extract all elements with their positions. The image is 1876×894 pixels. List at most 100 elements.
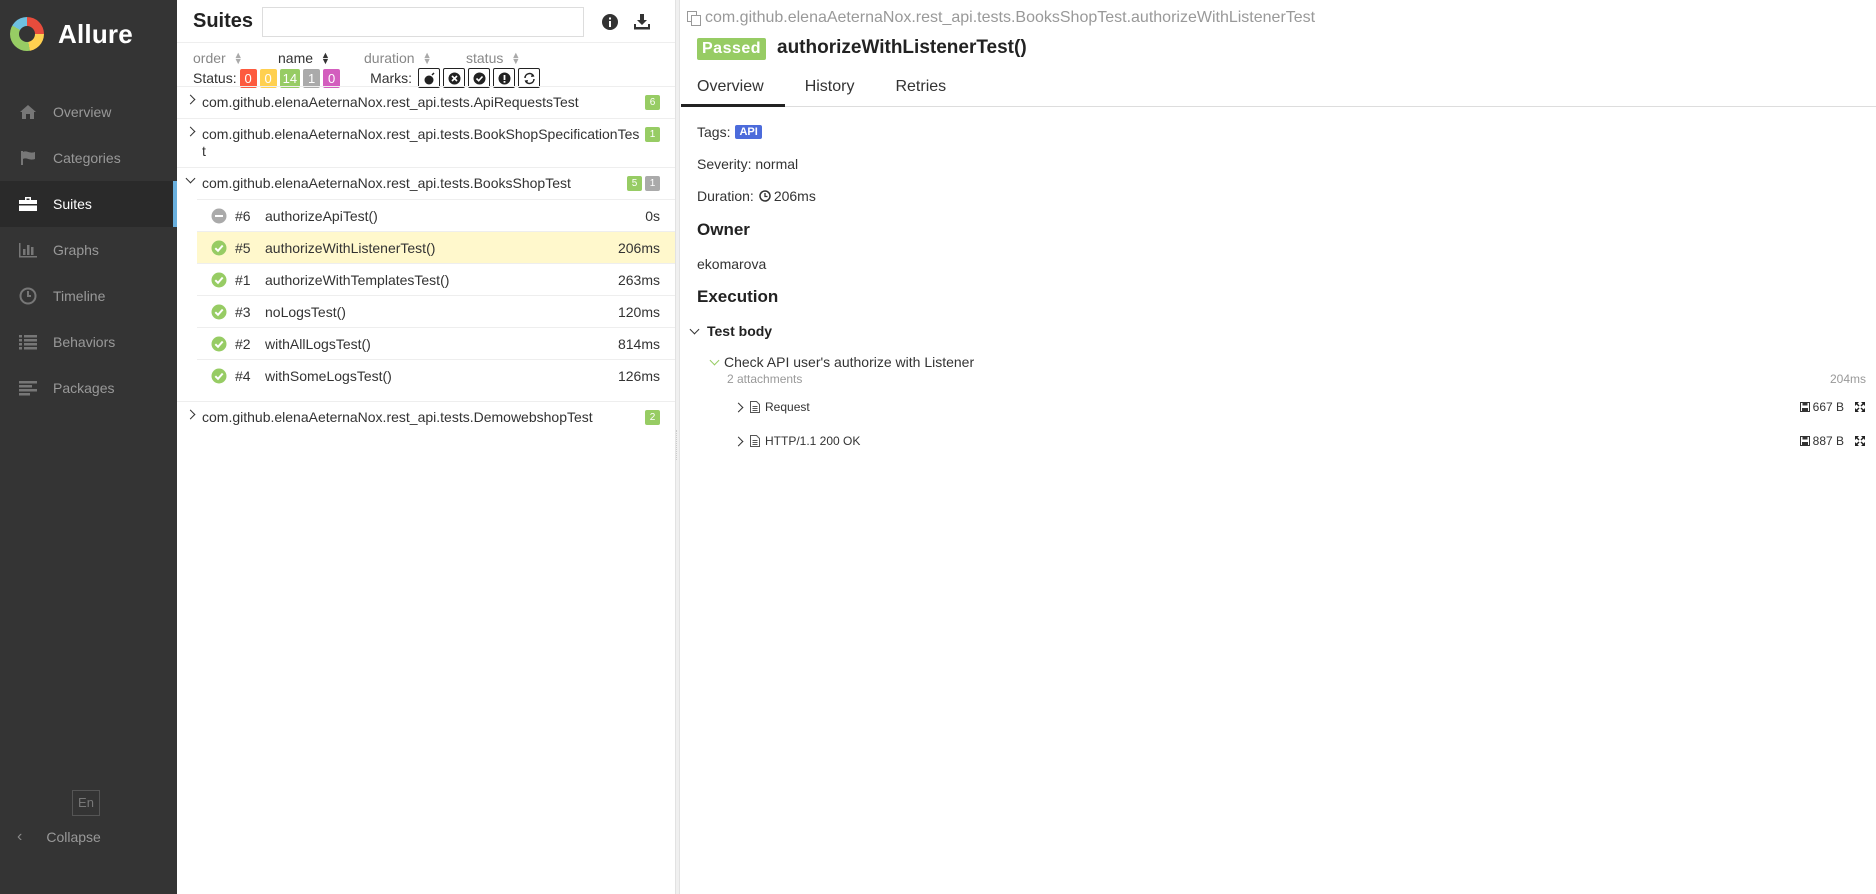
collapse-button[interactable]: ‹ Collapse: [17, 828, 101, 846]
sidebar-item-suites[interactable]: Suites: [0, 181, 177, 227]
suite-group[interactable]: com.github.elenaAeternaNox.rest_api.test…: [177, 401, 675, 433]
pane-splitter[interactable]: [675, 0, 680, 894]
sort-name[interactable]: name ▲ ▼: [278, 50, 330, 66]
sidebar: Allure Overview Categories Suites Graphs…: [0, 0, 177, 894]
clock-icon: [759, 190, 771, 202]
check-circle-icon: [211, 240, 227, 255]
tab-overview[interactable]: Overview: [681, 72, 785, 107]
save-icon: [1799, 436, 1810, 446]
test-full-path: com.github.elenaAeternaNox.rest_api.test…: [687, 9, 1315, 27]
step-name: Check API user's authorize with Listener: [724, 354, 975, 370]
test-row-selected[interactable]: #5 authorizeWithListenerTest() 206ms: [197, 231, 675, 263]
suite-group[interactable]: com.github.elenaAeternaNox.rest_api.test…: [177, 167, 675, 391]
status-badge: Passed: [697, 38, 767, 60]
tab-retries[interactable]: Retries: [875, 72, 967, 107]
suite-name: com.github.elenaAeternaNox.rest_api.test…: [202, 94, 579, 110]
status-filter: Status: 0 0 14 1 0 Marks:: [193, 68, 541, 88]
test-row[interactable]: #6 authorizeApiTest() 0s: [197, 199, 675, 231]
sort-arrows-icon: ▲ ▼: [511, 50, 521, 66]
test-body-label: Test body: [707, 323, 773, 339]
status-skipped-toggle[interactable]: 1: [303, 68, 321, 88]
test-row[interactable]: #4 withSomeLogsTest() 126ms: [197, 359, 675, 391]
sidebar-item-packages[interactable]: Packages: [0, 365, 177, 411]
sidebar-item-timeline[interactable]: Timeline: [0, 273, 177, 319]
test-detail-pane: com.github.elenaAeternaNox.rest_api.test…: [681, 0, 1876, 894]
attachment-row[interactable]: HTTP/1.1 200 OK 887 B: [733, 434, 1866, 448]
search-input[interactable]: [262, 7, 584, 37]
mark-new-broken-toggle[interactable]: [493, 68, 516, 88]
home-icon: [17, 103, 39, 121]
list-icon: [17, 333, 39, 351]
suite-group-header[interactable]: com.github.elenaAeternaNox.rest_api.test…: [177, 402, 675, 433]
sort-arrows-icon: ▲ ▼: [233, 50, 243, 66]
mark-new-failed-toggle[interactable]: [443, 68, 466, 88]
mark-retries-toggle[interactable]: [518, 68, 541, 88]
chevron-down-icon: [689, 324, 700, 334]
mark-flaky-toggle[interactable]: [418, 68, 441, 88]
status-unknown-toggle[interactable]: 0: [323, 68, 341, 88]
attachment-row[interactable]: Request 667 B: [733, 400, 1866, 414]
test-row[interactable]: #2 withAllLogsTest() 814ms: [197, 327, 675, 359]
chevron-right-icon: [185, 409, 196, 420]
suite-group[interactable]: com.github.elenaAeternaNox.rest_api.test…: [177, 86, 675, 118]
suite-group-header[interactable]: com.github.elenaAeternaNox.rest_api.test…: [177, 87, 675, 118]
status-failed-toggle[interactable]: 0: [239, 68, 257, 88]
test-row[interactable]: #3 noLogsTest() 120ms: [197, 295, 675, 327]
tags-field: Tags: API: [697, 124, 762, 140]
step-row[interactable]: Check API user's authorize with Listener: [709, 354, 975, 370]
test-row[interactable]: #1 authorizeWithTemplatesTest() 263ms: [197, 263, 675, 295]
sort-arrows-icon: ▲ ▼: [422, 50, 432, 66]
exclamation-circle-icon: [498, 72, 511, 84]
test-duration: 120ms: [617, 303, 660, 320]
splitter-grip[interactable]: [676, 430, 679, 460]
check-circle-icon: [211, 368, 227, 383]
sort-duration-label: duration: [364, 50, 415, 66]
sort-name-label: name: [278, 50, 314, 66]
suite-badges: 2: [642, 410, 660, 425]
execution-heading: Execution: [697, 287, 779, 306]
sidebar-item-behaviors[interactable]: Behaviors: [0, 319, 177, 365]
test-title: authorizeWithListenerTest(): [777, 37, 1027, 58]
suite-group-header[interactable]: com.github.elenaAeternaNox.rest_api.test…: [177, 119, 675, 167]
sidebar-item-label: Overview: [53, 104, 112, 120]
sidebar-item-categories[interactable]: Categories: [0, 135, 177, 181]
logo[interactable]: Allure: [0, 0, 177, 68]
status-passed-toggle[interactable]: 14: [279, 68, 301, 88]
mark-new-passed-toggle[interactable]: [468, 68, 491, 88]
test-number: #6: [235, 207, 251, 224]
attachment-size-value: 887 B: [1812, 434, 1844, 448]
language-button[interactable]: En: [72, 790, 100, 816]
expand-icon[interactable]: [1854, 401, 1866, 413]
status-broken-toggle[interactable]: 0: [259, 68, 277, 88]
tab-history[interactable]: History: [785, 72, 876, 107]
tree-header: Suites: [177, 0, 675, 42]
sort-duration[interactable]: duration ▲ ▼: [364, 50, 432, 66]
suite-badges: 5 1: [624, 176, 660, 191]
skipped-count-badge: 1: [645, 176, 660, 191]
test-number: #3: [235, 303, 251, 320]
suite-group[interactable]: com.github.elenaAeternaNox.rest_api.test…: [177, 118, 675, 167]
info-icon[interactable]: [600, 12, 620, 32]
detail-tabs: Overview History Retries: [681, 72, 1876, 107]
sidebar-item-label: Timeline: [53, 288, 106, 304]
download-icon[interactable]: [632, 12, 652, 32]
chevron-down-icon: [185, 173, 196, 184]
test-number: #5: [235, 239, 251, 256]
test-body-toggle[interactable]: Test body: [689, 323, 773, 339]
suite-name: com.github.elenaAeternaNox.rest_api.test…: [202, 126, 640, 159]
suite-group-header[interactable]: com.github.elenaAeternaNox.rest_api.test…: [177, 168, 675, 199]
test-duration: 126ms: [617, 367, 660, 384]
sort-status[interactable]: status ▲ ▼: [466, 50, 520, 66]
attachment-size-value: 667 B: [1812, 400, 1844, 414]
sort-order[interactable]: order ▲ ▼: [193, 50, 243, 66]
expand-icon[interactable]: [1854, 435, 1866, 447]
copy-icon[interactable]: [687, 10, 701, 26]
attachment-size: 667 B: [1799, 400, 1844, 414]
sidebar-nav: Overview Categories Suites Graphs Timeli…: [0, 89, 177, 411]
marks-label: Marks:: [370, 70, 413, 86]
check-circle-icon: [473, 72, 486, 84]
sidebar-item-overview[interactable]: Overview: [0, 89, 177, 135]
sidebar-item-label: Graphs: [53, 242, 99, 258]
sidebar-item-graphs[interactable]: Graphs: [0, 227, 177, 273]
check-circle-icon: [211, 272, 227, 287]
